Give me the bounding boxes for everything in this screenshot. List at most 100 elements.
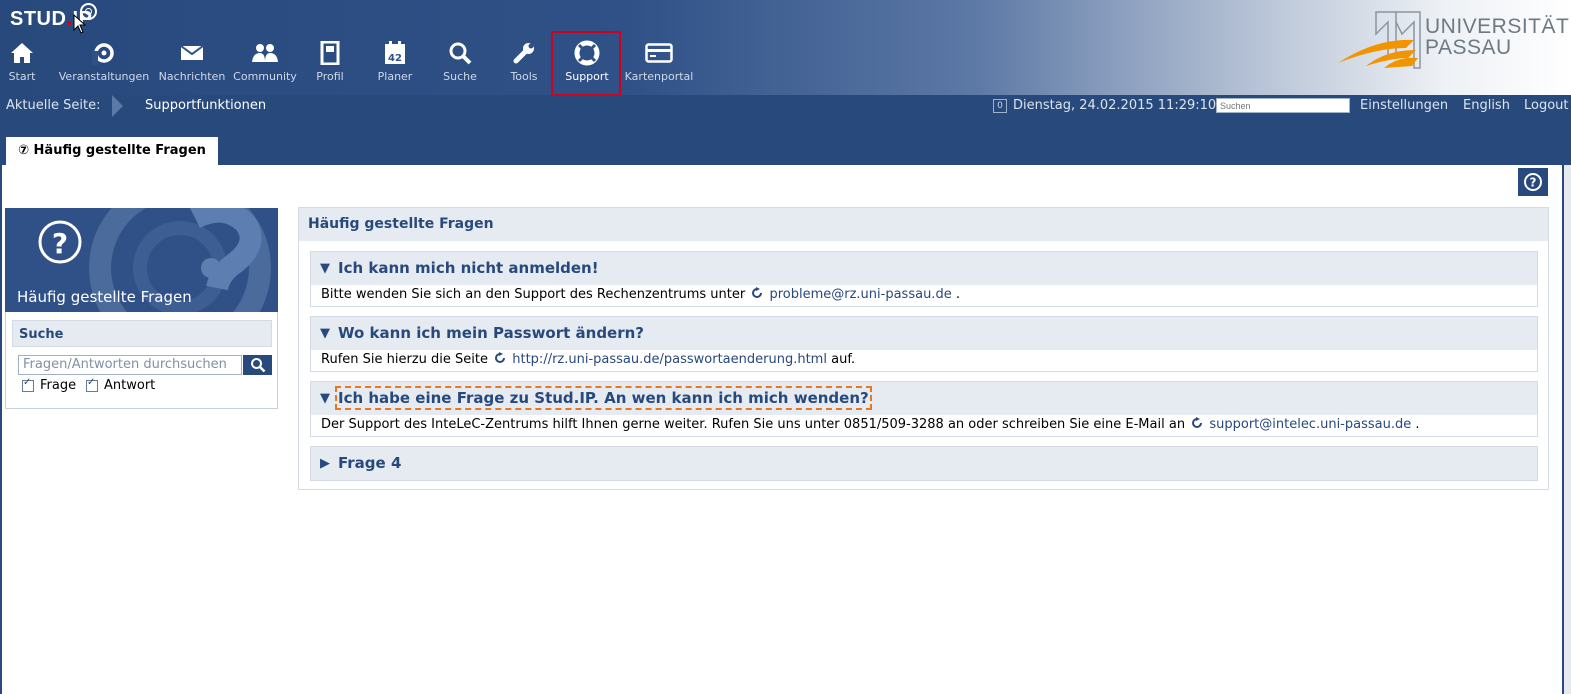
- checkbox-checked-icon[interactable]: [86, 377, 98, 392]
- svg-text:?: ?: [52, 227, 68, 260]
- faq-question-toggle[interactable]: ▼ Ich kann mich nicht anmelden!: [311, 252, 1537, 285]
- faq-panel-title: Häufig gestellte Fragen: [308, 216, 494, 232]
- top-search-input[interactable]: [1216, 98, 1350, 113]
- chevron-down-icon: ▼: [320, 261, 330, 276]
- nav-label: Veranstaltungen: [58, 70, 150, 83]
- faq-question: Ich kann mich nicht anmelden!: [338, 259, 599, 277]
- chevron-right-icon: ▶: [320, 456, 330, 471]
- settings-link[interactable]: Einstellungen: [1360, 98, 1448, 113]
- breadcrumb-label: Aktuelle Seite:: [6, 98, 101, 113]
- nav-profil[interactable]: Profil: [310, 36, 350, 83]
- faq-question: Wo kann ich mein Passwort ändern?: [338, 324, 645, 342]
- nav-label: Kartenportal: [624, 70, 694, 83]
- nav-nachrichten[interactable]: Nachrichten: [156, 36, 228, 83]
- community-icon: [230, 36, 300, 70]
- current-datetime: Dienstag, 24.02.2015 11:29:10: [1013, 98, 1217, 113]
- mouse-cursor-icon: [73, 14, 87, 34]
- page-border-right: [1562, 165, 1571, 694]
- faq-answer-text-end: .: [1415, 417, 1420, 432]
- faq-search-button[interactable]: [243, 355, 272, 375]
- breadcrumb-arrow-icon: [112, 95, 123, 117]
- language-link[interactable]: English: [1463, 98, 1510, 113]
- faq-question-toggle[interactable]: ▼ Ich habe eine Frage zu Stud.IP. An wen…: [311, 382, 1537, 415]
- faq-answer-link[interactable]: support@intelec.uni-passau.de: [1209, 417, 1411, 432]
- faq-answer: Bitte wenden Sie sich an den Support des…: [311, 285, 1537, 306]
- logout-link[interactable]: Logout: [1524, 98, 1569, 113]
- support-highlight-box: [551, 31, 621, 96]
- home-icon: [2, 36, 42, 70]
- nav-kartenportal[interactable]: Kartenportal: [622, 36, 696, 83]
- mail-icon: [156, 36, 228, 70]
- help-button[interactable]: ?: [1518, 168, 1548, 196]
- seminar-icon: [58, 36, 150, 70]
- faq-question-toggle[interactable]: ▼ Wo kann ich mein Passwort ändern?: [311, 317, 1537, 350]
- sidebar-title: Häufig gestellte Fragen: [17, 288, 192, 306]
- checkbox-question[interactable]: Frage: [22, 377, 77, 393]
- faq-question: Ich habe eine Frage zu Stud.IP. An wen k…: [335, 386, 872, 410]
- nav-label: Profil: [316, 70, 344, 83]
- search-icon: [250, 358, 265, 373]
- checkbox-answer[interactable]: Antwort: [86, 377, 156, 393]
- svg-text:?: ?: [1530, 176, 1537, 190]
- card-icon: [622, 36, 696, 70]
- faq-answer-text: Rufen Sie hierzu die Seite: [321, 352, 488, 367]
- sidebar-search-widget: Suche Fragen/Antworten durchsuchen Frage…: [5, 312, 278, 409]
- faq-answer-link[interactable]: http://rz.uni-passau.de/passwortaenderun…: [512, 352, 827, 367]
- nav-label: Start: [8, 70, 36, 83]
- faq-search-input[interactable]: Fragen/Antworten durchsuchen: [18, 355, 242, 375]
- help-icon: ?: [1524, 173, 1542, 191]
- nav-label: Suche: [443, 70, 477, 83]
- sidebar-hero: ? Häufig gestellte Fragen: [5, 208, 278, 312]
- university-name-line1: UNIVERSITÄT: [1425, 15, 1570, 38]
- chevron-down-icon: ▼: [320, 326, 330, 341]
- tab-label: Häufig gestellte Fragen: [33, 143, 206, 158]
- faq-question-toggle[interactable]: ▶ Frage 4: [311, 447, 1537, 480]
- faq-question: Frage 4: [338, 454, 402, 472]
- checkbox-answer-label: Antwort: [104, 378, 156, 393]
- faq-item: ▼ Ich kann mich nicht anmelden! Bitte we…: [310, 251, 1538, 307]
- external-link-icon: [752, 287, 763, 298]
- calendar-icon: 42: [372, 36, 418, 70]
- search-icon: [440, 36, 480, 70]
- chevron-down-icon: ▼: [320, 391, 330, 406]
- svg-text:42: 42: [388, 53, 402, 64]
- wrench-icon: [504, 36, 544, 70]
- faq-answer: Rufen Sie hierzu die Seite http://rz.uni…: [311, 350, 1537, 371]
- nav-community[interactable]: Community: [230, 36, 300, 83]
- checkbox-checked-icon[interactable]: [22, 377, 34, 392]
- nav-planer[interactable]: 42 Planer: [372, 36, 418, 83]
- faq-answer-text-end: auf.: [831, 352, 856, 367]
- external-link-icon: [495, 352, 506, 363]
- breadcrumb-current-page[interactable]: Supportfunktionen: [145, 98, 266, 113]
- tab-faq[interactable]: ⑦ Häufig gestellte Fragen: [6, 137, 218, 165]
- university-name: UNIVERSITÄT PASSAU: [1425, 16, 1569, 58]
- main-header: STUD.IP Start Veranstaltungen Nachrichte…: [0, 0, 1571, 96]
- search-widget-title: Suche: [19, 327, 64, 342]
- search-widget-header: Suche: [12, 320, 272, 347]
- faq-answer-text: Der Support des InteLeC-Zentrums hilft I…: [321, 417, 1186, 432]
- nav-tools[interactable]: Tools: [504, 36, 544, 83]
- nav-label: Community: [233, 70, 297, 83]
- help-circle-icon: ⑦: [18, 143, 30, 158]
- faq-panel: Häufig gestellte Fragen ▼ Ich kann mich …: [298, 207, 1549, 490]
- faq-answer-link[interactable]: probleme@rz.uni-passau.de: [769, 287, 951, 302]
- faq-item: ▼ Ich habe eine Frage zu Stud.IP. An wen…: [310, 381, 1538, 437]
- breadcrumb: Aktuelle Seite: Supportfunktionen 0 Dien…: [0, 95, 1571, 117]
- nav-label: Nachrichten: [158, 70, 226, 83]
- nav-veranstaltungen[interactable]: Veranstaltungen: [58, 36, 150, 83]
- university-name-line2: PASSAU: [1425, 36, 1512, 59]
- nav-suche[interactable]: Suche: [440, 36, 480, 83]
- faq-answer-text-end: .: [955, 287, 960, 302]
- nav-start[interactable]: Start: [2, 36, 42, 83]
- notification-badge[interactable]: 0: [993, 99, 1007, 113]
- nav-label: Tools: [510, 70, 538, 83]
- checkbox-question-label: Frage: [40, 378, 77, 393]
- faq-answer: Der Support des InteLeC-Zentrums hilft I…: [311, 415, 1537, 436]
- faq-item: ▶ Frage 4: [310, 446, 1538, 481]
- nav-label: Planer: [377, 70, 413, 83]
- faq-panel-header: Häufig gestellte Fragen: [299, 208, 1548, 241]
- page-border-left: [0, 165, 2, 694]
- profile-icon: [310, 36, 350, 70]
- faq-answer-text: Bitte wenden Sie sich an den Support des…: [321, 287, 746, 302]
- tab-strip: ⑦ Häufig gestellte Fragen: [0, 117, 1571, 165]
